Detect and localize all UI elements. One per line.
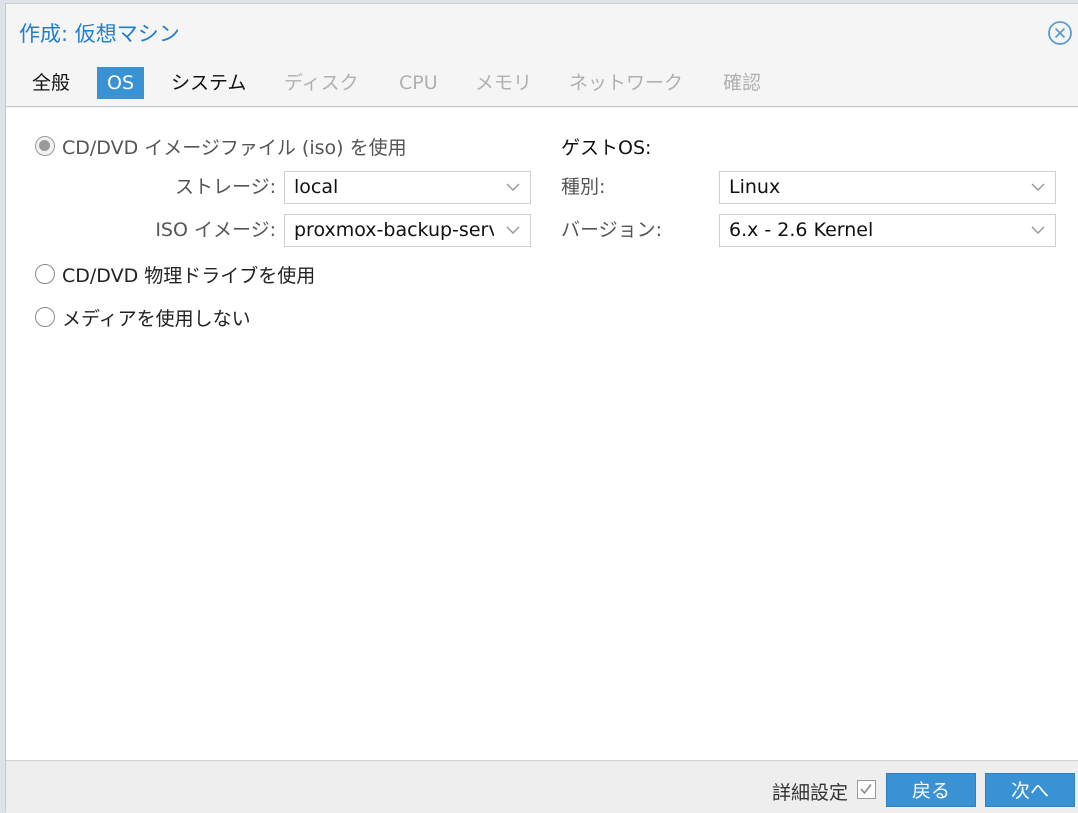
close-icon	[1048, 21, 1072, 45]
iso-image-select-value: proxmox-backup-serve	[294, 219, 494, 241]
close-button[interactable]	[1047, 20, 1073, 46]
chevron-down-icon	[506, 183, 520, 192]
next-button[interactable]: 次へ	[985, 773, 1075, 807]
radio-use-physical-drive[interactable]: CD/DVD 物理ドライブを使用	[35, 261, 315, 287]
radio-button[interactable]	[35, 264, 55, 284]
iso-image-select[interactable]: proxmox-backup-serve	[284, 214, 531, 247]
tab-memory: メモリ	[475, 72, 533, 94]
guest-os-heading: ゲストOS:	[561, 137, 652, 159]
guest-os-type-select[interactable]: Linux	[719, 171, 1056, 204]
tab-os[interactable]: OS	[97, 67, 145, 99]
tab-confirm: 確認	[723, 72, 762, 94]
advanced-checkbox[interactable]	[857, 780, 876, 799]
storage-select-value: local	[294, 176, 339, 198]
dialog-title: 作成: 仮想マシン	[19, 22, 180, 46]
advanced-label: 詳細設定	[772, 782, 849, 804]
guest-os-type-value: Linux	[729, 176, 781, 198]
storage-select[interactable]: local	[284, 171, 531, 204]
guest-os-version-value: 6.x - 2.6 Kernel	[729, 219, 874, 241]
tab-general[interactable]: 全般	[32, 67, 70, 99]
wizard-tab-bar: 全般 OS システム ディスク CPU メモリ ネットワーク 確認	[6, 64, 1078, 107]
radio-use-iso-image[interactable]: CD/DVD イメージファイル (iso) を使用	[35, 133, 407, 159]
radio-label-physical-drive: CD/DVD 物理ドライブを使用	[62, 264, 316, 287]
os-panel: CD/DVD イメージファイル (iso) を使用 ストレージ: local I…	[6, 108, 1078, 760]
tab-disk: ディスク	[284, 72, 359, 94]
radio-label-use-iso: CD/DVD イメージファイル (iso) を使用	[62, 136, 407, 159]
guest-os-version-label: バージョン:	[561, 219, 663, 241]
chevron-down-icon	[506, 226, 520, 235]
dialog-titlebar[interactable]: 作成: 仮想マシン	[6, 4, 1078, 60]
radio-button-checked[interactable]	[35, 136, 55, 156]
guest-os-version-select[interactable]: 6.x - 2.6 Kernel	[719, 214, 1056, 247]
checkmark-icon	[860, 784, 872, 795]
tab-network: ネットワーク	[569, 72, 684, 94]
create-vm-dialog: 作成: 仮想マシン 全般 OS システム ディスク CPU メモリ ネットワーク…	[5, 3, 1078, 813]
chevron-down-icon	[1031, 183, 1045, 192]
radio-label-no-media: メディアを使用しない	[62, 307, 251, 330]
radio-button[interactable]	[35, 307, 55, 327]
radio-no-media[interactable]: メディアを使用しない	[35, 304, 251, 330]
tab-cpu: CPU	[399, 72, 438, 94]
guest-os-type-label: 種別:	[561, 176, 606, 198]
dialog-footer: 詳細設定 戻る 次へ	[6, 760, 1078, 813]
back-button[interactable]: 戻る	[886, 773, 976, 807]
tab-system[interactable]: システム	[171, 67, 246, 99]
iso-image-label: ISO イメージ:	[155, 219, 276, 241]
chevron-down-icon	[1031, 226, 1045, 235]
storage-label: ストレージ:	[174, 176, 276, 198]
